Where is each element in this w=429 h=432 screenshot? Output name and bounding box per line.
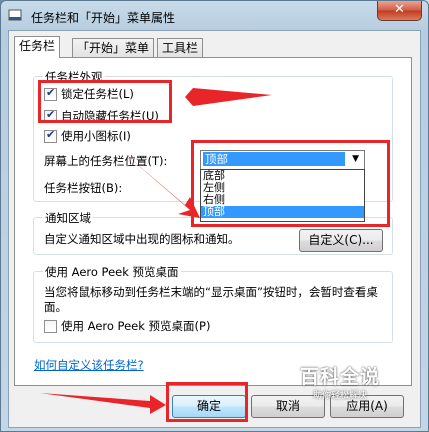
taskbar-properties-icon — [8, 9, 22, 21]
annotation-box-checkboxes — [38, 80, 172, 123]
title-bar[interactable]: 任务栏和「开始」菜单属性 ✕ — [1, 1, 428, 31]
tab-start-menu[interactable]: 「开始」菜单 — [72, 38, 155, 57]
checkbox-box: ✔ — [44, 127, 57, 143]
notification-legend: 通知区域 — [43, 210, 93, 226]
notification-description: 自定义通知区域中出现的图标和通知。 — [44, 232, 240, 246]
small-icons-checkbox[interactable]: ✔ 使用小图标(I) — [44, 128, 131, 144]
aero-peek-legend: 使用 Aero Peek 预览桌面 — [43, 264, 181, 280]
close-button[interactable]: ✕ — [377, 1, 422, 21]
annotation-box-ok — [166, 382, 248, 422]
watermark: 百科全说 助你轻松解决 — [300, 362, 380, 401]
customize-taskbar-link[interactable]: 如何自定义该任务栏? — [34, 357, 144, 373]
aero-peek-description: 当您将鼠标移动到任务栏末端的“显示桌面”按钮时，会暂时查看桌面。 — [44, 285, 378, 314]
checkbox-box — [44, 319, 57, 333]
taskbar-position-label: 屏幕上的任务栏位置(T): — [44, 154, 168, 168]
tab-taskbar[interactable]: 任务栏 — [14, 36, 61, 58]
aero-peek-checkbox[interactable]: 使用 Aero Peek 预览桌面(P) — [44, 318, 210, 334]
watermark-main: 百科全说 — [300, 366, 381, 388]
customize-button[interactable]: 自定义(C)... — [299, 229, 383, 252]
check-icon: ✔ — [46, 127, 56, 141]
watermark-sub: 助你轻松解决 — [313, 391, 368, 401]
tab-toolbars[interactable]: 工具栏 — [157, 38, 204, 57]
taskbar-buttons-label: 任务栏按钮(B): — [44, 181, 123, 195]
annotation-box-position — [191, 140, 390, 227]
window-title: 任务栏和「开始」菜单属性 — [31, 11, 176, 25]
